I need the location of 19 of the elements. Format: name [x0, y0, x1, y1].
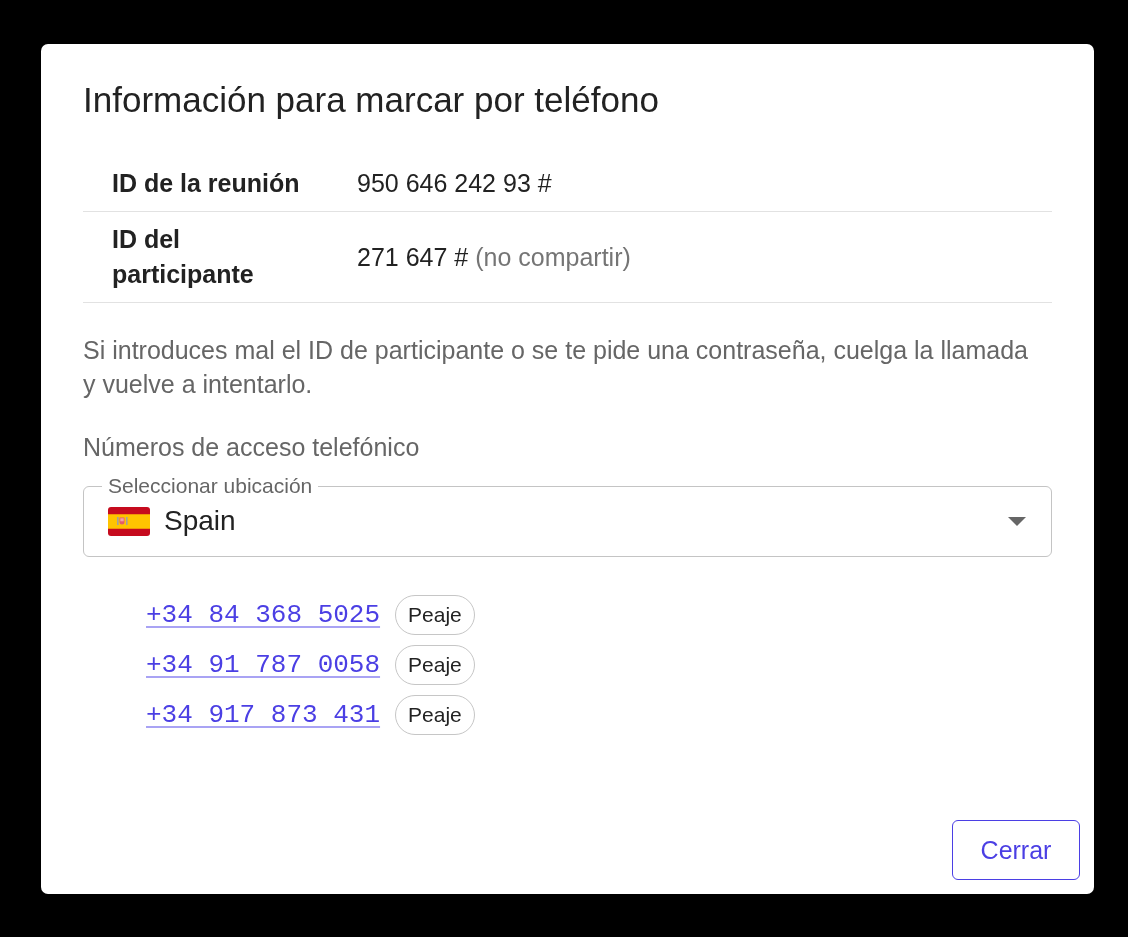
toll-tag: Peaje — [395, 695, 475, 735]
section-heading: Números de acceso telefónico — [83, 432, 421, 463]
phone-link[interactable]: +34 91 787 0058 — [146, 649, 381, 681]
toll-tag: Peaje — [395, 645, 475, 685]
location-select[interactable]: Seleccionar ubicación Spain — [83, 475, 1052, 557]
close-button[interactable]: Cerrar — [952, 820, 1080, 880]
detail-value: 950 646 242 93 # — [357, 168, 552, 199]
toll-tag: Peaje — [395, 595, 475, 635]
field-label: Seleccionar ubicación — [107, 475, 314, 497]
caret-icon — [1008, 516, 1026, 526]
dialog-title: Información para marcar por teléfono — [83, 79, 660, 121]
phone-link[interactable]: +34 917 873 431 — [146, 699, 381, 731]
detail-label: ID del participante — [112, 224, 255, 290]
detail-label: ID de la reunión — [112, 168, 301, 199]
value-note: (no compartir) — [475, 241, 631, 273]
flag-icon — [108, 506, 150, 536]
detail-value: 271 647 # — [357, 241, 469, 273]
hint-text: Si introduces mal el ID de participante o se te pide una contraseña, cuelga la llamada y vuelve a intentarlo. — [83, 335, 1029, 400]
phone-link[interactable]: +34 84 368 5025 — [146, 599, 381, 631]
